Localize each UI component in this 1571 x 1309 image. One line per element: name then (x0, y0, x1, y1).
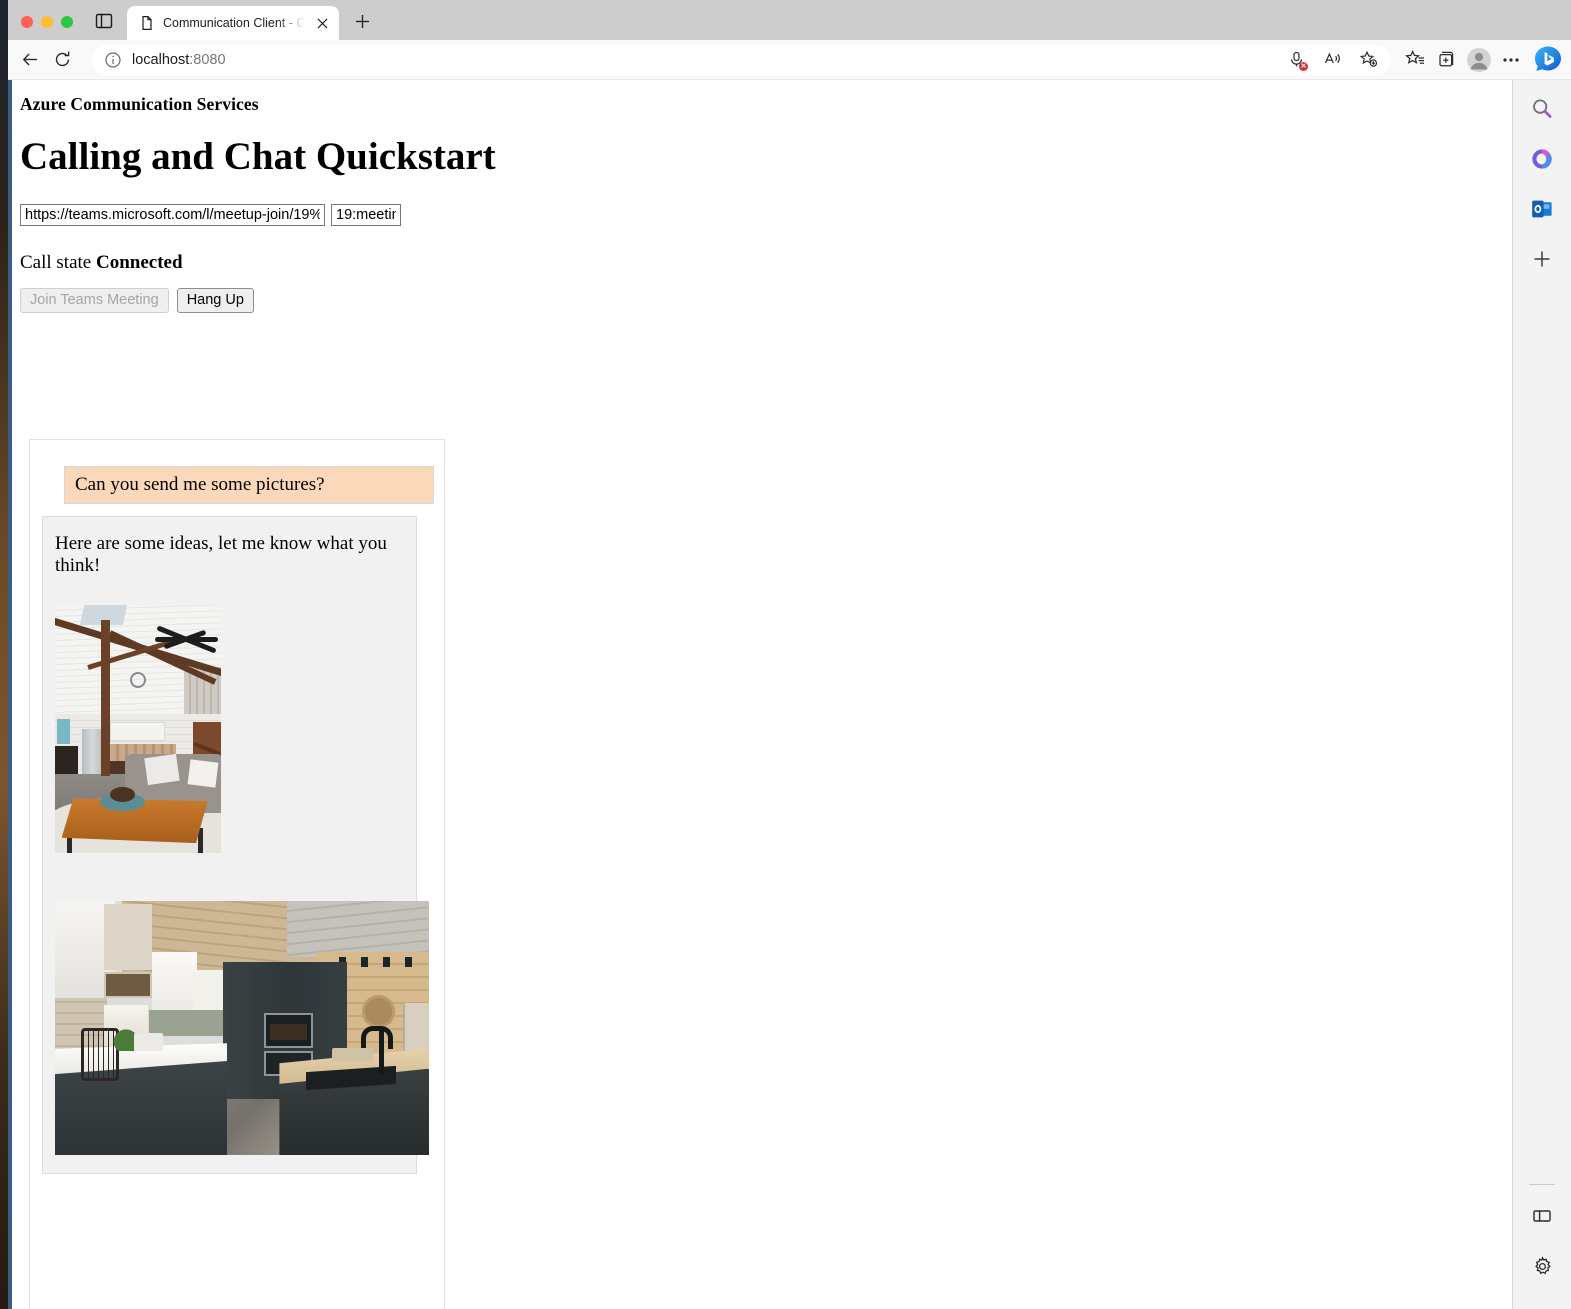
add-favorite-star-icon[interactable] (1355, 47, 1381, 73)
window-left-edge (8, 80, 12, 1309)
split-screen-icon[interactable] (1525, 1199, 1559, 1233)
hang-up-button[interactable]: Hang Up (176, 287, 254, 313)
url-host: localhost (132, 51, 190, 68)
chat-attachment-living-room-photo[interactable] (55, 605, 221, 853)
microphone-blocked-badge: ✕ (1299, 61, 1308, 71)
browser-window: Communication Client - Calling (8, 0, 1571, 1309)
page-viewport: Azure Communication Services Calling and… (8, 80, 1513, 1309)
profile-avatar-icon[interactable] (1463, 44, 1495, 76)
browser-toolbar: localhost:8080 ✕ (8, 40, 1571, 80)
chat-panel: Can you send me some pictures? Here are … (29, 439, 445, 1309)
window-maximize-button[interactable] (61, 16, 73, 28)
back-arrow-icon[interactable] (14, 44, 46, 76)
browser-tab-strip: Communication Client - Calling (8, 0, 1571, 40)
ellipsis-more-icon[interactable] (1495, 44, 1527, 76)
call-state-label: Call state (20, 251, 92, 273)
call-buttons-row: Join Teams Meeting Hang Up (20, 287, 1512, 313)
meeting-id-input[interactable] (331, 203, 401, 226)
browser-tab[interactable]: Communication Client - Calling (127, 6, 339, 40)
reload-icon[interactable] (46, 44, 78, 76)
chat-message-received: Here are some ideas, let me know what yo… (42, 516, 429, 1174)
call-state-row: Call state Connected (20, 252, 1512, 274)
collections-icon[interactable] (1431, 44, 1463, 76)
page-content: Azure Communication Services Calling and… (8, 80, 1512, 313)
chat-message-sent: Can you send me some pictures? (64, 466, 434, 504)
call-state-value: Connected (95, 251, 183, 273)
outlook-icon[interactable] (1525, 192, 1559, 226)
window-minimize-button[interactable] (41, 16, 53, 28)
bing-copilot-icon[interactable] (1531, 43, 1565, 77)
message-thread: Can you send me some pictures? Here are … (40, 466, 434, 1174)
read-aloud-icon[interactable] (1319, 47, 1345, 73)
info-circle-icon[interactable] (104, 51, 122, 69)
page-title: Calling and Chat Quickstart (20, 135, 496, 178)
url-port: :8080 (189, 51, 226, 68)
microphone-muted-icon[interactable]: ✕ (1283, 47, 1309, 73)
page-icon (139, 15, 155, 31)
chat-attachment-kitchen-photo[interactable] (55, 901, 429, 1155)
chat-message-text: Here are some ideas, let me know what yo… (55, 533, 387, 576)
gear-icon[interactable] (1525, 1249, 1559, 1283)
sidebar-divider (1529, 1184, 1555, 1185)
url-text: localhost:8080 (132, 52, 1273, 68)
window-traffic-lights[interactable] (8, 16, 85, 40)
teams-meeting-link-input[interactable] (20, 203, 325, 226)
join-teams-meeting-button[interactable]: Join Teams Meeting (20, 287, 169, 313)
microsoft-365-icon[interactable] (1525, 142, 1559, 176)
plus-icon[interactable] (1525, 242, 1559, 276)
address-bar[interactable]: localhost:8080 ✕ (92, 44, 1391, 75)
meeting-inputs-row (20, 203, 1512, 226)
favorites-star-list-icon[interactable] (1399, 44, 1431, 76)
close-icon[interactable] (313, 14, 331, 32)
window-close-button[interactable] (21, 16, 33, 28)
new-tab-button[interactable] (347, 6, 377, 36)
tab-title: Communication Client - Calling (163, 16, 305, 30)
edge-sidebar (1513, 80, 1571, 1309)
tab-sidebar-icon[interactable] (91, 8, 117, 34)
search-icon[interactable] (1525, 92, 1559, 126)
org-title: Azure Communication Services (20, 94, 259, 114)
edge-sidebar-bottom (1513, 1184, 1571, 1299)
